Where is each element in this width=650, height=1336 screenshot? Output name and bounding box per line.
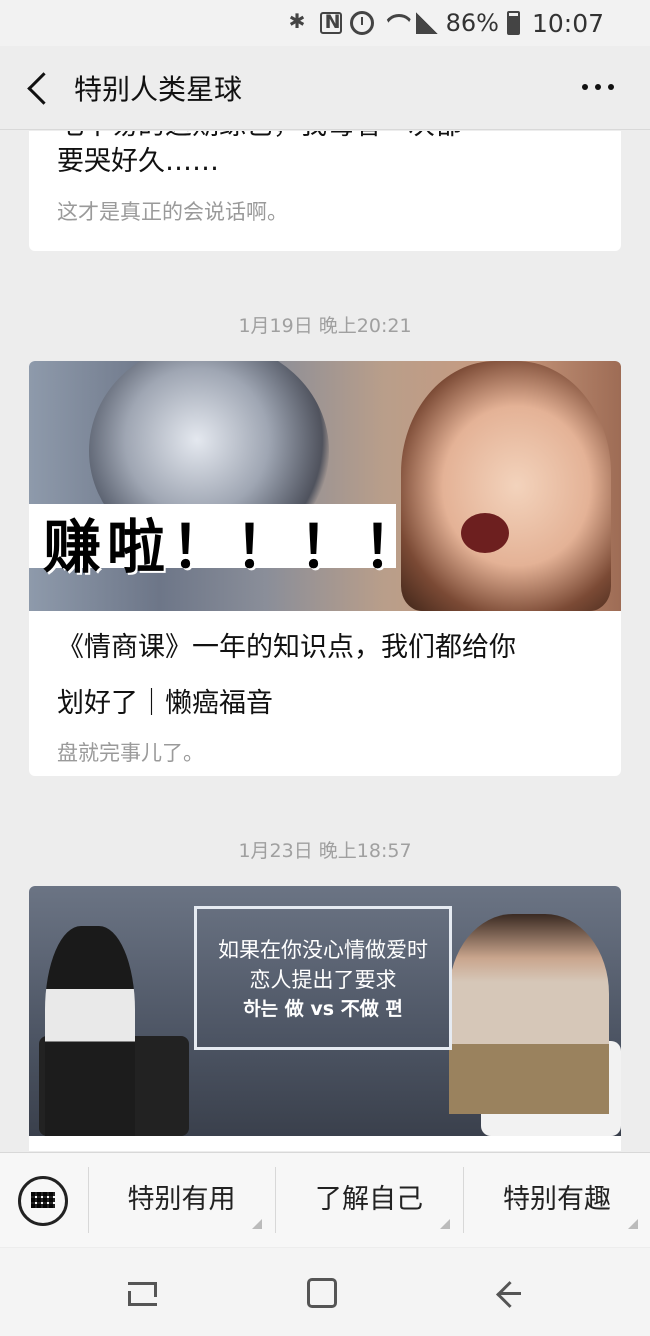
cover-person-shape xyxy=(45,926,135,1136)
page-title: 特别人类星球 xyxy=(74,73,243,106)
timestamp: 1月23日 晚上18:57 xyxy=(238,840,412,862)
recent-apps-icon[interactable] xyxy=(126,1278,157,1306)
cover-text: 赚啦！！！！ xyxy=(43,513,428,581)
back-arrow-icon[interactable] xyxy=(24,72,54,102)
menu-item-fun[interactable]: 特别有趣 xyxy=(463,1167,650,1233)
official-account-menu: 特别有用 了解自己 特别有趣 xyxy=(0,1152,650,1247)
battery-icon xyxy=(506,11,520,35)
wifi-icon xyxy=(382,10,408,36)
clock-time: 10:07 xyxy=(531,8,604,38)
cover-subtitle: 恋人提出了要求 xyxy=(249,968,397,992)
battery-percent: 86% xyxy=(445,9,499,37)
article-digest: 盘就完事儿了。 xyxy=(57,741,204,765)
article-title-line1: 《情商课》一年的知识点，我们都给你 xyxy=(57,632,516,663)
article-title-line2: 要哭好久…… xyxy=(57,146,219,177)
keyboard-icon[interactable] xyxy=(18,1176,68,1226)
back-icon[interactable] xyxy=(494,1280,521,1306)
menu-item-know-yourself[interactable]: 了解自己 xyxy=(275,1167,462,1233)
cover-subtitle: 하는 做 vs 不做 편 xyxy=(243,998,403,1020)
cover-subtitle: 如果在你没心情做爱时 xyxy=(218,938,428,962)
system-nav-bar xyxy=(0,1248,650,1336)
article-card[interactable]: 如果在你没心情做爱时 恋人提出了要求 하는 做 vs 不做 편 xyxy=(29,886,621,1151)
home-icon[interactable] xyxy=(307,1278,337,1308)
cover-person-shape xyxy=(401,361,611,611)
article-feed[interactable]: 毛不易的这期综艺，我每看一次都 要哭好久…… 这才是真正的会说话啊。 1月19日… xyxy=(0,131,650,1151)
article-card[interactable]: 赚啦！！！！ 《情商课》一年的知识点，我们都给你 划好了｜懒癌福音 盘就完事儿了… xyxy=(29,361,621,776)
chat-header: 特别人类星球 xyxy=(0,46,650,130)
article-title-line2: 划好了｜懒癌福音 xyxy=(57,688,273,719)
bluetooth-icon xyxy=(286,9,312,36)
article-cover-image: 如果在你没心情做爱时 恋人提出了要求 하는 做 vs 不做 편 xyxy=(29,886,621,1136)
cover-mouth-shape xyxy=(461,513,509,553)
article-cover-image: 赚啦！！！！ xyxy=(29,361,621,611)
nfc-icon xyxy=(319,11,342,34)
cover-person-shape xyxy=(449,914,609,1114)
timestamp: 1月19日 晚上20:21 xyxy=(238,315,412,337)
signal-icon xyxy=(415,12,438,34)
more-icon[interactable] xyxy=(582,84,614,92)
status-bar: 86% 10:07 xyxy=(0,0,650,46)
article-digest: 这才是真正的会说话啊。 xyxy=(57,200,288,224)
menu-item-useful[interactable]: 特别有用 xyxy=(88,1167,274,1233)
status-icons: 86% 10:07 xyxy=(286,8,604,38)
alarm-icon xyxy=(349,11,374,35)
article-card[interactable]: 毛不易的这期综艺，我每看一次都 要哭好久…… 这才是真正的会说话啊。 xyxy=(29,131,621,251)
